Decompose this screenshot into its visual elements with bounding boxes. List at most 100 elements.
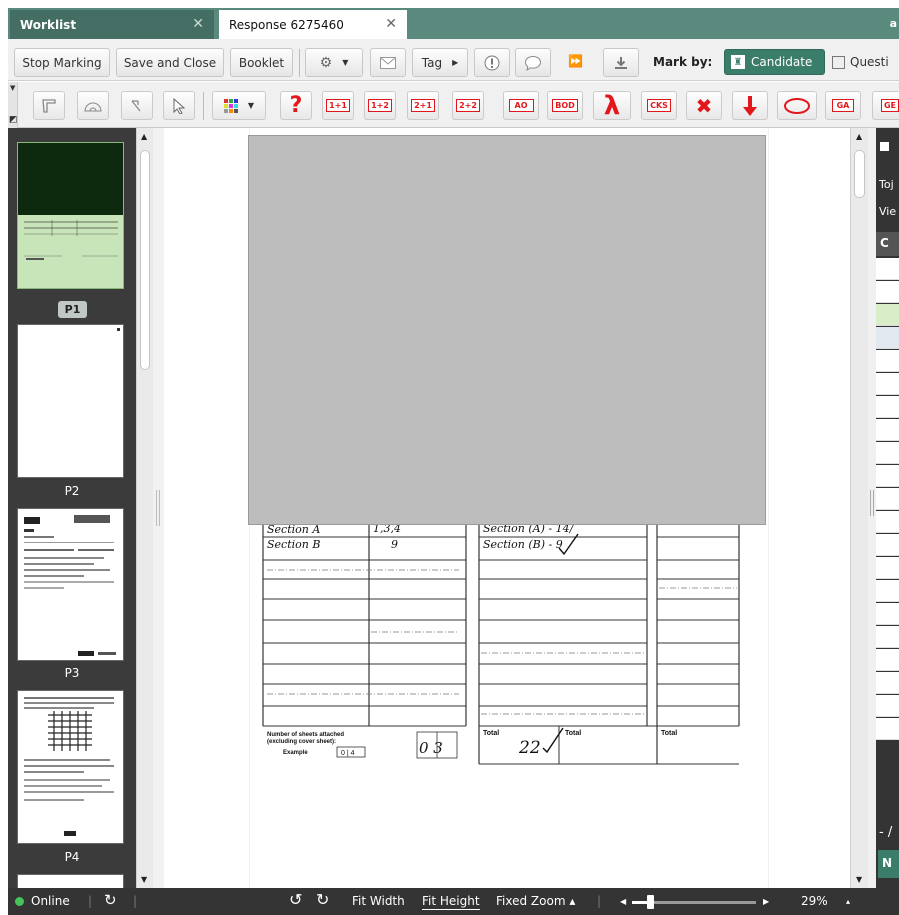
message-button[interactable] xyxy=(370,48,406,77)
panel-list-row[interactable] xyxy=(876,350,899,372)
panel-bottom-text: - / xyxy=(879,825,893,840)
panel-list-row[interactable] xyxy=(876,488,899,510)
stamp-bod-button[interactable]: BOD xyxy=(547,91,583,120)
panel-list-row[interactable] xyxy=(876,419,899,441)
panel-list-row[interactable] xyxy=(876,373,899,395)
scroll-up-icon[interactable]: ▲ xyxy=(856,132,862,141)
tag-button[interactable]: Tag ▶ xyxy=(412,48,468,77)
down-arrow-tool-button[interactable] xyxy=(732,91,768,120)
panel-list-row[interactable] xyxy=(876,557,899,579)
candidate-label: Candidate xyxy=(751,55,813,69)
close-icon[interactable]: ✕ xyxy=(192,16,204,32)
stamp-ge-button[interactable]: GE xyxy=(872,91,899,120)
comment-button[interactable] xyxy=(515,48,551,77)
question-mark-tool-button[interactable]: ? xyxy=(280,91,312,120)
splitter-grip[interactable] xyxy=(870,490,874,516)
scrollbar-thumb[interactable] xyxy=(140,150,150,370)
panel-list-row[interactable] xyxy=(876,626,899,648)
section-b-text: Section B xyxy=(267,538,320,551)
scrollbar-thumb[interactable] xyxy=(854,150,865,198)
document-viewer[interactable]: Section A Section B 1,3,4 9 Section (A) … xyxy=(164,128,850,888)
protractor-tool-button[interactable] xyxy=(77,91,109,120)
fast-forward-icon[interactable]: ⏩ xyxy=(568,54,583,68)
zoom-out-icon[interactable]: ◀ xyxy=(620,897,626,906)
panel-list-row[interactable] xyxy=(876,304,899,326)
panel-list-row[interactable] xyxy=(876,465,899,487)
panel-list-row[interactable] xyxy=(876,511,899,533)
fit-height-button[interactable]: Fit Height xyxy=(422,894,480,910)
stamp-ao-label: AO xyxy=(508,99,534,112)
stamp-1plus2-button[interactable]: 1+2 xyxy=(364,91,396,120)
settings-dropdown-button[interactable]: ⚙ ▼ xyxy=(305,48,363,77)
zoom-in-icon[interactable]: ▶ xyxy=(763,897,769,906)
page-thumbnail-p3[interactable] xyxy=(17,508,124,661)
panel-splitter[interactable] xyxy=(153,128,164,888)
chevron-up-icon[interactable]: ▴ xyxy=(846,897,850,906)
mark-by-candidate-button[interactable]: ♜ Candidate xyxy=(724,49,825,75)
panel-list-row[interactable] xyxy=(876,718,899,740)
page-thumbnail-p2[interactable] xyxy=(17,324,124,478)
ellipse-tool-button[interactable] xyxy=(777,91,817,120)
stamp-cks-label: CKS xyxy=(647,99,671,112)
rotate-right-icon[interactable]: ↻ xyxy=(316,890,329,909)
panel-list-row[interactable] xyxy=(876,327,899,349)
page-thumbnail-p4[interactable] xyxy=(17,690,124,844)
tab-worklist[interactable]: Worklist ✕ xyxy=(10,10,214,39)
stamp-1plus1-button[interactable]: 1+1 xyxy=(322,91,354,120)
status-divider: | xyxy=(133,894,138,908)
download-button[interactable] xyxy=(603,48,639,77)
fit-width-button[interactable]: Fit Width xyxy=(352,894,405,908)
scroll-down-icon[interactable]: ▼ xyxy=(141,875,147,884)
zoom-slider-handle[interactable] xyxy=(647,895,654,909)
ruler-tool-button[interactable] xyxy=(33,91,65,120)
page-thumbnail-p1[interactable] xyxy=(17,142,124,289)
lambda-tool-button[interactable]: λ xyxy=(593,91,631,120)
page-thumbnail-p5[interactable] xyxy=(17,874,124,888)
panel-list-row[interactable] xyxy=(876,442,899,464)
panel-list-row[interactable] xyxy=(876,695,899,717)
speech-bubble-icon xyxy=(524,55,542,71)
stamp-ga-label: GA xyxy=(831,99,855,112)
panel-toggle-icon[interactable] xyxy=(880,142,889,151)
stamp-2plus2-button[interactable]: 2+2 xyxy=(452,91,484,120)
tab-bar: Worklist ✕ Response 6275460 ✕ a xyxy=(8,8,899,39)
panel-list-row[interactable] xyxy=(876,672,899,694)
booklet-button[interactable]: Booklet xyxy=(230,48,293,77)
panel-list-row[interactable] xyxy=(876,281,899,303)
cross-tool-button[interactable]: ✖ xyxy=(686,91,722,120)
panel-list-row[interactable] xyxy=(876,603,899,625)
toolbar-collapse-handle[interactable]: ▼ ◩ xyxy=(8,82,18,128)
next-button[interactable]: N xyxy=(878,850,899,878)
stamp-ga-button[interactable]: GA xyxy=(825,91,861,120)
fixed-zoom-dropdown[interactable]: Fixed Zoom ▴ xyxy=(496,894,575,908)
panel-splitter[interactable] xyxy=(868,128,876,888)
stamp-2plus1-button[interactable]: 2+1 xyxy=(407,91,439,120)
scroll-up-icon[interactable]: ▲ xyxy=(141,132,147,141)
refresh-icon[interactable]: ↻ xyxy=(104,891,117,909)
close-icon[interactable]: ✕ xyxy=(385,16,397,32)
panel-list-row[interactable] xyxy=(876,396,899,418)
stamp-cks-button[interactable]: CKS xyxy=(641,91,677,120)
stamp-ao-button[interactable]: AO xyxy=(503,91,539,120)
mark-by-question-button[interactable]: Questi xyxy=(832,49,899,75)
thumbnails-scrollbar[interactable]: ▲ ▼ xyxy=(136,128,153,888)
tab-response[interactable]: Response 6275460 ✕ xyxy=(219,10,407,39)
exception-button[interactable] xyxy=(474,48,510,77)
splitter-grip[interactable] xyxy=(156,490,160,526)
rotate-left-icon[interactable]: ↺ xyxy=(289,890,302,909)
panel-list-row[interactable] xyxy=(876,580,899,602)
pointer-tool-button[interactable] xyxy=(163,91,195,120)
page-label-p1: P1 xyxy=(58,301,87,318)
annotation-toolbar: ▼ ◩ ▼ ? 1+1 1+2 2+1 2+2 AO BOD λ CKS ✖ G… xyxy=(8,82,899,128)
viewer-scrollbar[interactable]: ▲ ▼ xyxy=(850,128,868,888)
stop-marking-button[interactable]: Stop Marking xyxy=(14,48,110,77)
scroll-down-icon[interactable]: ▼ xyxy=(856,875,862,884)
angle-tool-button[interactable] xyxy=(121,91,153,120)
save-and-close-button[interactable]: Save and Close xyxy=(116,48,224,77)
panel-list-row[interactable] xyxy=(876,534,899,556)
panel-list-row[interactable] xyxy=(876,258,899,280)
panel-list-row[interactable] xyxy=(876,649,899,671)
color-picker-button[interactable]: ▼ xyxy=(212,91,266,120)
arrow-down-icon xyxy=(743,95,757,116)
stamp-2plus2-label: 2+2 xyxy=(456,99,480,112)
